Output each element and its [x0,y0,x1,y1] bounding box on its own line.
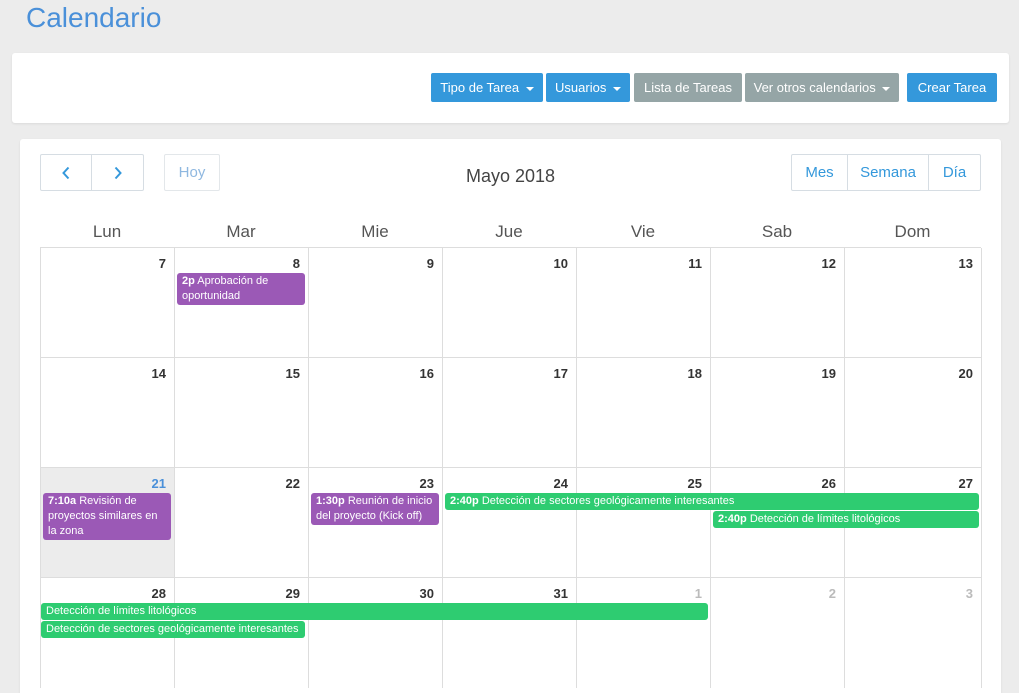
caret-down-icon [612,86,621,91]
users-label: Usuarios [555,80,607,95]
day-number[interactable]: 18 [688,366,702,381]
view-switcher: Mes Semana Día [791,154,981,191]
calendar-event[interactable]: Detección de límites litológicos [41,603,708,620]
day-cell[interactable]: 11 [577,248,711,358]
users-dropdown[interactable]: Usuarios [546,73,630,102]
day-cell[interactable]: 22 [175,468,309,578]
event-title: Detección de límites litológicos [46,605,197,617]
day-cell[interactable]: 25 [577,468,711,578]
day-number[interactable]: 11 [688,256,702,271]
caret-down-icon [525,86,534,91]
event-time: 1:30p [316,495,345,507]
day-number[interactable]: 8 [293,256,300,271]
day-number[interactable]: 1 [695,586,702,601]
day-number[interactable]: 10 [554,256,568,271]
day-cell[interactable]: 7 [41,248,175,358]
event-title: Detección de sectores geológicamente int… [481,495,735,507]
week-row: 14 15 16 17 18 19 20 [40,357,982,468]
event-title: Detección de sectores geológicamente int… [46,623,299,635]
day-number[interactable]: 20 [959,366,973,381]
day-cell[interactable]: 10 [443,248,577,358]
day-number[interactable]: 7 [159,256,166,271]
task-type-label: Tipo de Tarea [440,80,520,95]
day-cell[interactable]: 14 [41,358,175,468]
weekday-label: Mie [361,222,389,241]
day-number[interactable]: 29 [286,586,300,601]
day-number[interactable]: 17 [554,366,568,381]
event-time: 2p [182,275,195,287]
task-type-dropdown[interactable]: Tipo de Tarea [431,73,543,102]
weekday-label: Lun [92,222,122,241]
day-cell[interactable]: 30 [309,578,443,688]
task-list-button[interactable]: Lista de Tareas [634,73,742,102]
day-cell[interactable]: 24 [443,468,577,578]
day-cell[interactable]: 31 [443,578,577,688]
calendar-event[interactable]: 7:10a Revisión de proyectos similares en… [43,493,171,540]
create-task-button[interactable]: Crear Tarea [907,73,997,102]
day-number[interactable]: 30 [420,586,434,601]
day-cell[interactable]: 16 [309,358,443,468]
caret-down-icon [882,86,891,91]
day-cell-other-month[interactable]: 3 [845,578,982,688]
week-row: 7 8 9 10 11 12 13 2p Aprobación de oport… [40,247,982,358]
day-number[interactable]: 14 [152,366,166,381]
calendar-event[interactable]: Detección de sectores geológicamente int… [41,621,305,638]
day-number[interactable]: 27 [959,476,973,491]
calendar-event[interactable]: 2:40p Detección de límites litológicos [713,511,979,528]
day-number[interactable]: 2 [829,586,836,601]
day-number[interactable]: 28 [152,586,166,601]
day-cell[interactable]: 18 [577,358,711,468]
weekday-label: Dom [894,222,931,241]
day-cell[interactable]: 9 [309,248,443,358]
day-number[interactable]: 31 [554,586,568,601]
page-title: Calendario [26,2,162,33]
day-cell[interactable]: 17 [443,358,577,468]
week-row: 21 22 23 24 25 26 27 7:10a Revisión de p… [40,467,982,578]
weekday-label: Sab [761,222,793,241]
day-number[interactable]: 12 [822,256,836,271]
view-week-button[interactable]: Semana [848,154,929,191]
other-calendars-dropdown[interactable]: Ver otros calendarios [745,73,899,102]
event-time: 7:10a [48,495,77,507]
event-title: Aprobación de oportunidad [182,275,269,302]
toolbar: Tipo de Tarea Usuarios Lista de Tareas V… [12,53,1009,123]
calendar-event[interactable]: 2:40p Detección de sectores geológicamen… [445,493,979,510]
week-row: 28 29 30 31 1 2 3 Detección de límites l… [40,577,982,688]
other-calendars-label: Ver otros calendarios [753,80,876,95]
day-number[interactable]: 3 [966,586,973,601]
day-number[interactable]: 13 [959,256,973,271]
day-number[interactable]: 16 [420,366,434,381]
day-number[interactable]: 15 [286,366,300,381]
day-number[interactable]: 19 [822,366,836,381]
day-number[interactable]: 21 [152,476,166,491]
weekday-header: Lun Mar Mie Jue Vie Sab Dom [40,214,981,247]
day-cell[interactable]: 19 [711,358,845,468]
day-number[interactable]: 23 [420,476,434,491]
day-number[interactable]: 9 [427,256,434,271]
day-cell-other-month[interactable]: 1 [577,578,711,688]
weekday-label: Jue [495,222,523,241]
day-number[interactable]: 22 [286,476,300,491]
day-cell[interactable]: 15 [175,358,309,468]
event-title: Detección de límites litológicos [749,513,901,525]
day-cell[interactable]: 13 [845,248,982,358]
calendar-event[interactable]: 2p Aprobación de oportunidad [177,273,305,305]
day-number[interactable]: 25 [688,476,702,491]
event-time: 2:40p [718,513,747,525]
event-time: 2:40p [450,495,479,507]
day-cell[interactable]: 20 [845,358,982,468]
calendar-panel: Hoy Mayo 2018 Mes Semana Día Lun Mar Mie… [20,139,1001,693]
day-cell-other-month[interactable]: 2 [711,578,845,688]
day-number[interactable]: 24 [554,476,568,491]
weekday-label: Vie [630,222,656,241]
day-cell[interactable]: 12 [711,248,845,358]
weekday-label: Mar [226,222,256,241]
calendar-event[interactable]: 1:30p Reunión de inicio del proyecto (Ki… [311,493,439,525]
month-grid: Lun Mar Mie Jue Vie Sab Dom 7 8 9 10 11 … [40,214,982,688]
day-number[interactable]: 26 [822,476,836,491]
view-day-button[interactable]: Día [929,154,981,191]
view-month-button[interactable]: Mes [791,154,848,191]
